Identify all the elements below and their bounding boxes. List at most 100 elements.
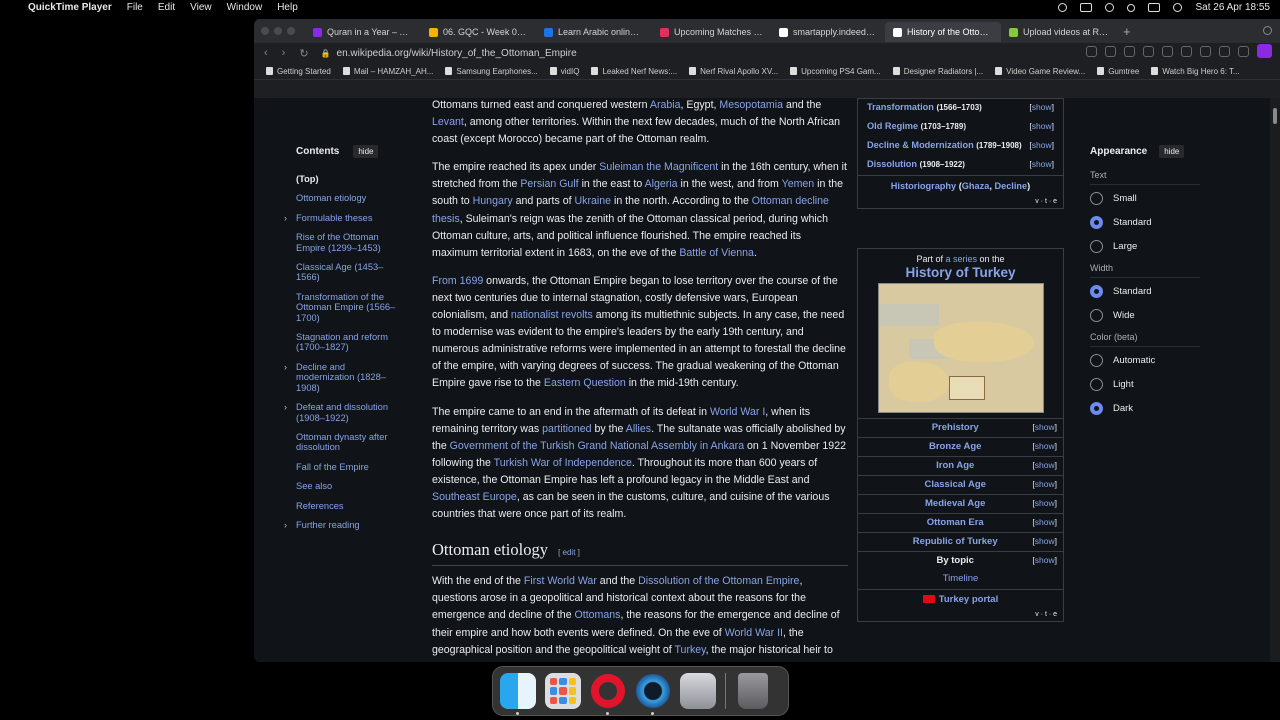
record-icon[interactable] bbox=[1058, 3, 1068, 12]
article-link[interactable]: Ukraine bbox=[575, 195, 612, 207]
bookmark-item[interactable]: Designer Radiators |... bbox=[892, 67, 983, 76]
finder-icon[interactable] bbox=[500, 673, 536, 715]
spotlight-icon[interactable] bbox=[1127, 3, 1136, 12]
radio-button[interactable] bbox=[1090, 284, 1103, 298]
toc-item[interactable]: Ottoman etiology bbox=[296, 193, 406, 203]
bookmark-item[interactable]: Mail – HAMZAH_AH... bbox=[342, 67, 433, 76]
article-link[interactable]: partitioned bbox=[542, 423, 591, 435]
show-link[interactable]: show bbox=[1035, 441, 1055, 451]
bookmark-item[interactable]: Upcoming PS4 Gam... bbox=[790, 67, 881, 76]
turkey-portal-link[interactable]: Turkey portal bbox=[858, 589, 1063, 609]
show-link[interactable]: show bbox=[1035, 536, 1055, 546]
show-link[interactable]: show bbox=[1032, 121, 1052, 131]
appearance-option[interactable]: Light bbox=[1090, 377, 1200, 391]
radio-button[interactable] bbox=[1090, 239, 1103, 253]
browser-tab[interactable]: 06. GQC - Week 06.pdf bbox=[421, 22, 536, 42]
article-link[interactable]: World War I bbox=[710, 406, 765, 418]
article-link[interactable]: Eastern Question bbox=[544, 377, 626, 389]
page-scrollbar[interactable] bbox=[1270, 98, 1280, 662]
series-row-label[interactable]: Ottoman Era bbox=[858, 514, 1032, 532]
navbox-row-link[interactable]: Transformation bbox=[867, 102, 934, 112]
menu-window[interactable]: Window bbox=[227, 2, 263, 13]
show-toggle[interactable]: [show] bbox=[1032, 495, 1063, 513]
toc-item[interactable]: › Further reading bbox=[284, 520, 406, 530]
article-link[interactable]: From 1699 bbox=[432, 275, 483, 287]
historical-map-image[interactable] bbox=[877, 283, 1044, 413]
siri-icon[interactable] bbox=[1173, 3, 1183, 12]
heart-icon[interactable] bbox=[1200, 46, 1211, 57]
show-link[interactable]: show bbox=[1035, 517, 1055, 527]
toc-item[interactable]: Transformation of the Ottoman Empire (15… bbox=[296, 292, 406, 323]
show-link[interactable]: show bbox=[1032, 159, 1052, 169]
show-link[interactable]: show bbox=[1035, 479, 1055, 489]
article-link[interactable]: Suleiman the Magnificent bbox=[599, 161, 718, 173]
pin-icon[interactable] bbox=[1181, 46, 1192, 57]
chevron-right-icon[interactable]: › bbox=[284, 213, 287, 223]
article-link[interactable]: First World War bbox=[524, 575, 597, 587]
screenshot-icon[interactable] bbox=[1105, 46, 1116, 57]
article-link[interactable]: nationalist revolts bbox=[511, 309, 593, 321]
vpn-icon[interactable] bbox=[1143, 46, 1154, 57]
bookmark-item[interactable]: vidIQ bbox=[549, 67, 579, 76]
menu-help[interactable]: Help bbox=[277, 2, 298, 13]
show-toggle[interactable]: [show] bbox=[1032, 533, 1063, 551]
radio-button[interactable] bbox=[1090, 191, 1103, 205]
show-toggle[interactable]: [show] bbox=[1029, 139, 1054, 151]
appearance-option[interactable]: Standard bbox=[1090, 284, 1200, 298]
bookmark-item[interactable]: Leaked Nerf News:... bbox=[591, 67, 677, 76]
lock-icon[interactable]: 🔒 bbox=[321, 49, 331, 58]
chevron-right-icon[interactable]: › bbox=[284, 520, 287, 530]
article-link[interactable]: Ottomans bbox=[575, 609, 621, 621]
ghaza-link[interactable]: Ghaza bbox=[962, 181, 990, 191]
show-link[interactable]: show bbox=[1035, 422, 1055, 432]
menu-view[interactable]: View bbox=[190, 2, 212, 13]
article-link[interactable]: Arabia bbox=[650, 99, 681, 111]
navbox-row-link[interactable]: Old Regime bbox=[867, 121, 918, 131]
bookmark-item[interactable]: Gumtree bbox=[1097, 67, 1139, 76]
article-link[interactable]: Government of the Turkish Grand National… bbox=[450, 440, 744, 452]
browser-tab[interactable]: Quran in a Year – A Simp bbox=[305, 22, 421, 42]
menu-file[interactable]: File bbox=[127, 2, 143, 13]
navbox-row-link[interactable]: Decline & Modernization bbox=[867, 140, 974, 150]
toc-item[interactable]: References bbox=[296, 501, 406, 511]
toc-item[interactable]: Stagnation and reform (1700–1827) bbox=[296, 332, 406, 353]
zoom-window-button[interactable] bbox=[287, 27, 295, 35]
reload-button[interactable]: ↻ bbox=[299, 47, 308, 60]
article-link[interactable]: Turkish War of Independence bbox=[494, 457, 632, 469]
show-toggle[interactable]: [show] bbox=[1029, 120, 1054, 132]
appearance-option[interactable]: Automatic bbox=[1090, 353, 1200, 367]
article-link[interactable]: World War II bbox=[725, 627, 783, 639]
article-link[interactable]: Yemen bbox=[782, 178, 815, 190]
appearance-option[interactable]: Wide bbox=[1090, 308, 1200, 322]
toc-item[interactable]: Classical Age (1453–1566) bbox=[296, 262, 406, 283]
radio-button[interactable] bbox=[1090, 308, 1103, 322]
show-link[interactable]: show bbox=[1032, 140, 1052, 150]
show-toggle[interactable]: [show] bbox=[1032, 419, 1063, 437]
article-link[interactable]: Levant bbox=[432, 116, 464, 128]
toc-item[interactable]: See also bbox=[296, 481, 406, 491]
toc-item[interactable]: (Top) bbox=[296, 174, 406, 184]
series-row-label[interactable]: Medieval Age bbox=[858, 495, 1032, 513]
decline-link[interactable]: Decline bbox=[994, 181, 1027, 191]
article-link[interactable]: Allies bbox=[626, 423, 651, 435]
chevron-right-icon[interactable]: › bbox=[284, 402, 287, 412]
url-field[interactable]: en.wikipedia.org/wiki/History_of_the_Ott… bbox=[337, 48, 577, 59]
appearance-option[interactable]: Small bbox=[1090, 191, 1200, 205]
vte-links[interactable]: v · t · e bbox=[858, 196, 1063, 208]
wifi-icon[interactable] bbox=[1105, 3, 1115, 12]
menu-icon[interactable] bbox=[1238, 46, 1249, 57]
toc-item[interactable]: › Formulable theses bbox=[284, 213, 406, 223]
series-row-label[interactable]: Classical Age bbox=[858, 476, 1032, 494]
series-link[interactable]: a series bbox=[945, 254, 977, 264]
series-title[interactable]: History of Turkey bbox=[858, 265, 1063, 280]
appearance-option[interactable]: Dark bbox=[1090, 401, 1200, 415]
article-link[interactable]: Persian Gulf bbox=[520, 178, 578, 190]
opera-icon[interactable] bbox=[590, 673, 626, 715]
series-row-label[interactable]: Republic of Turkey bbox=[858, 533, 1032, 551]
show-link[interactable]: show bbox=[1035, 498, 1055, 508]
camera-icon[interactable] bbox=[1124, 46, 1135, 57]
quicktime-icon[interactable] bbox=[635, 673, 671, 715]
launchpad-icon[interactable] bbox=[545, 673, 581, 709]
show-link[interactable]: show bbox=[1035, 460, 1055, 470]
article-link[interactable]: Hungary bbox=[473, 195, 513, 207]
